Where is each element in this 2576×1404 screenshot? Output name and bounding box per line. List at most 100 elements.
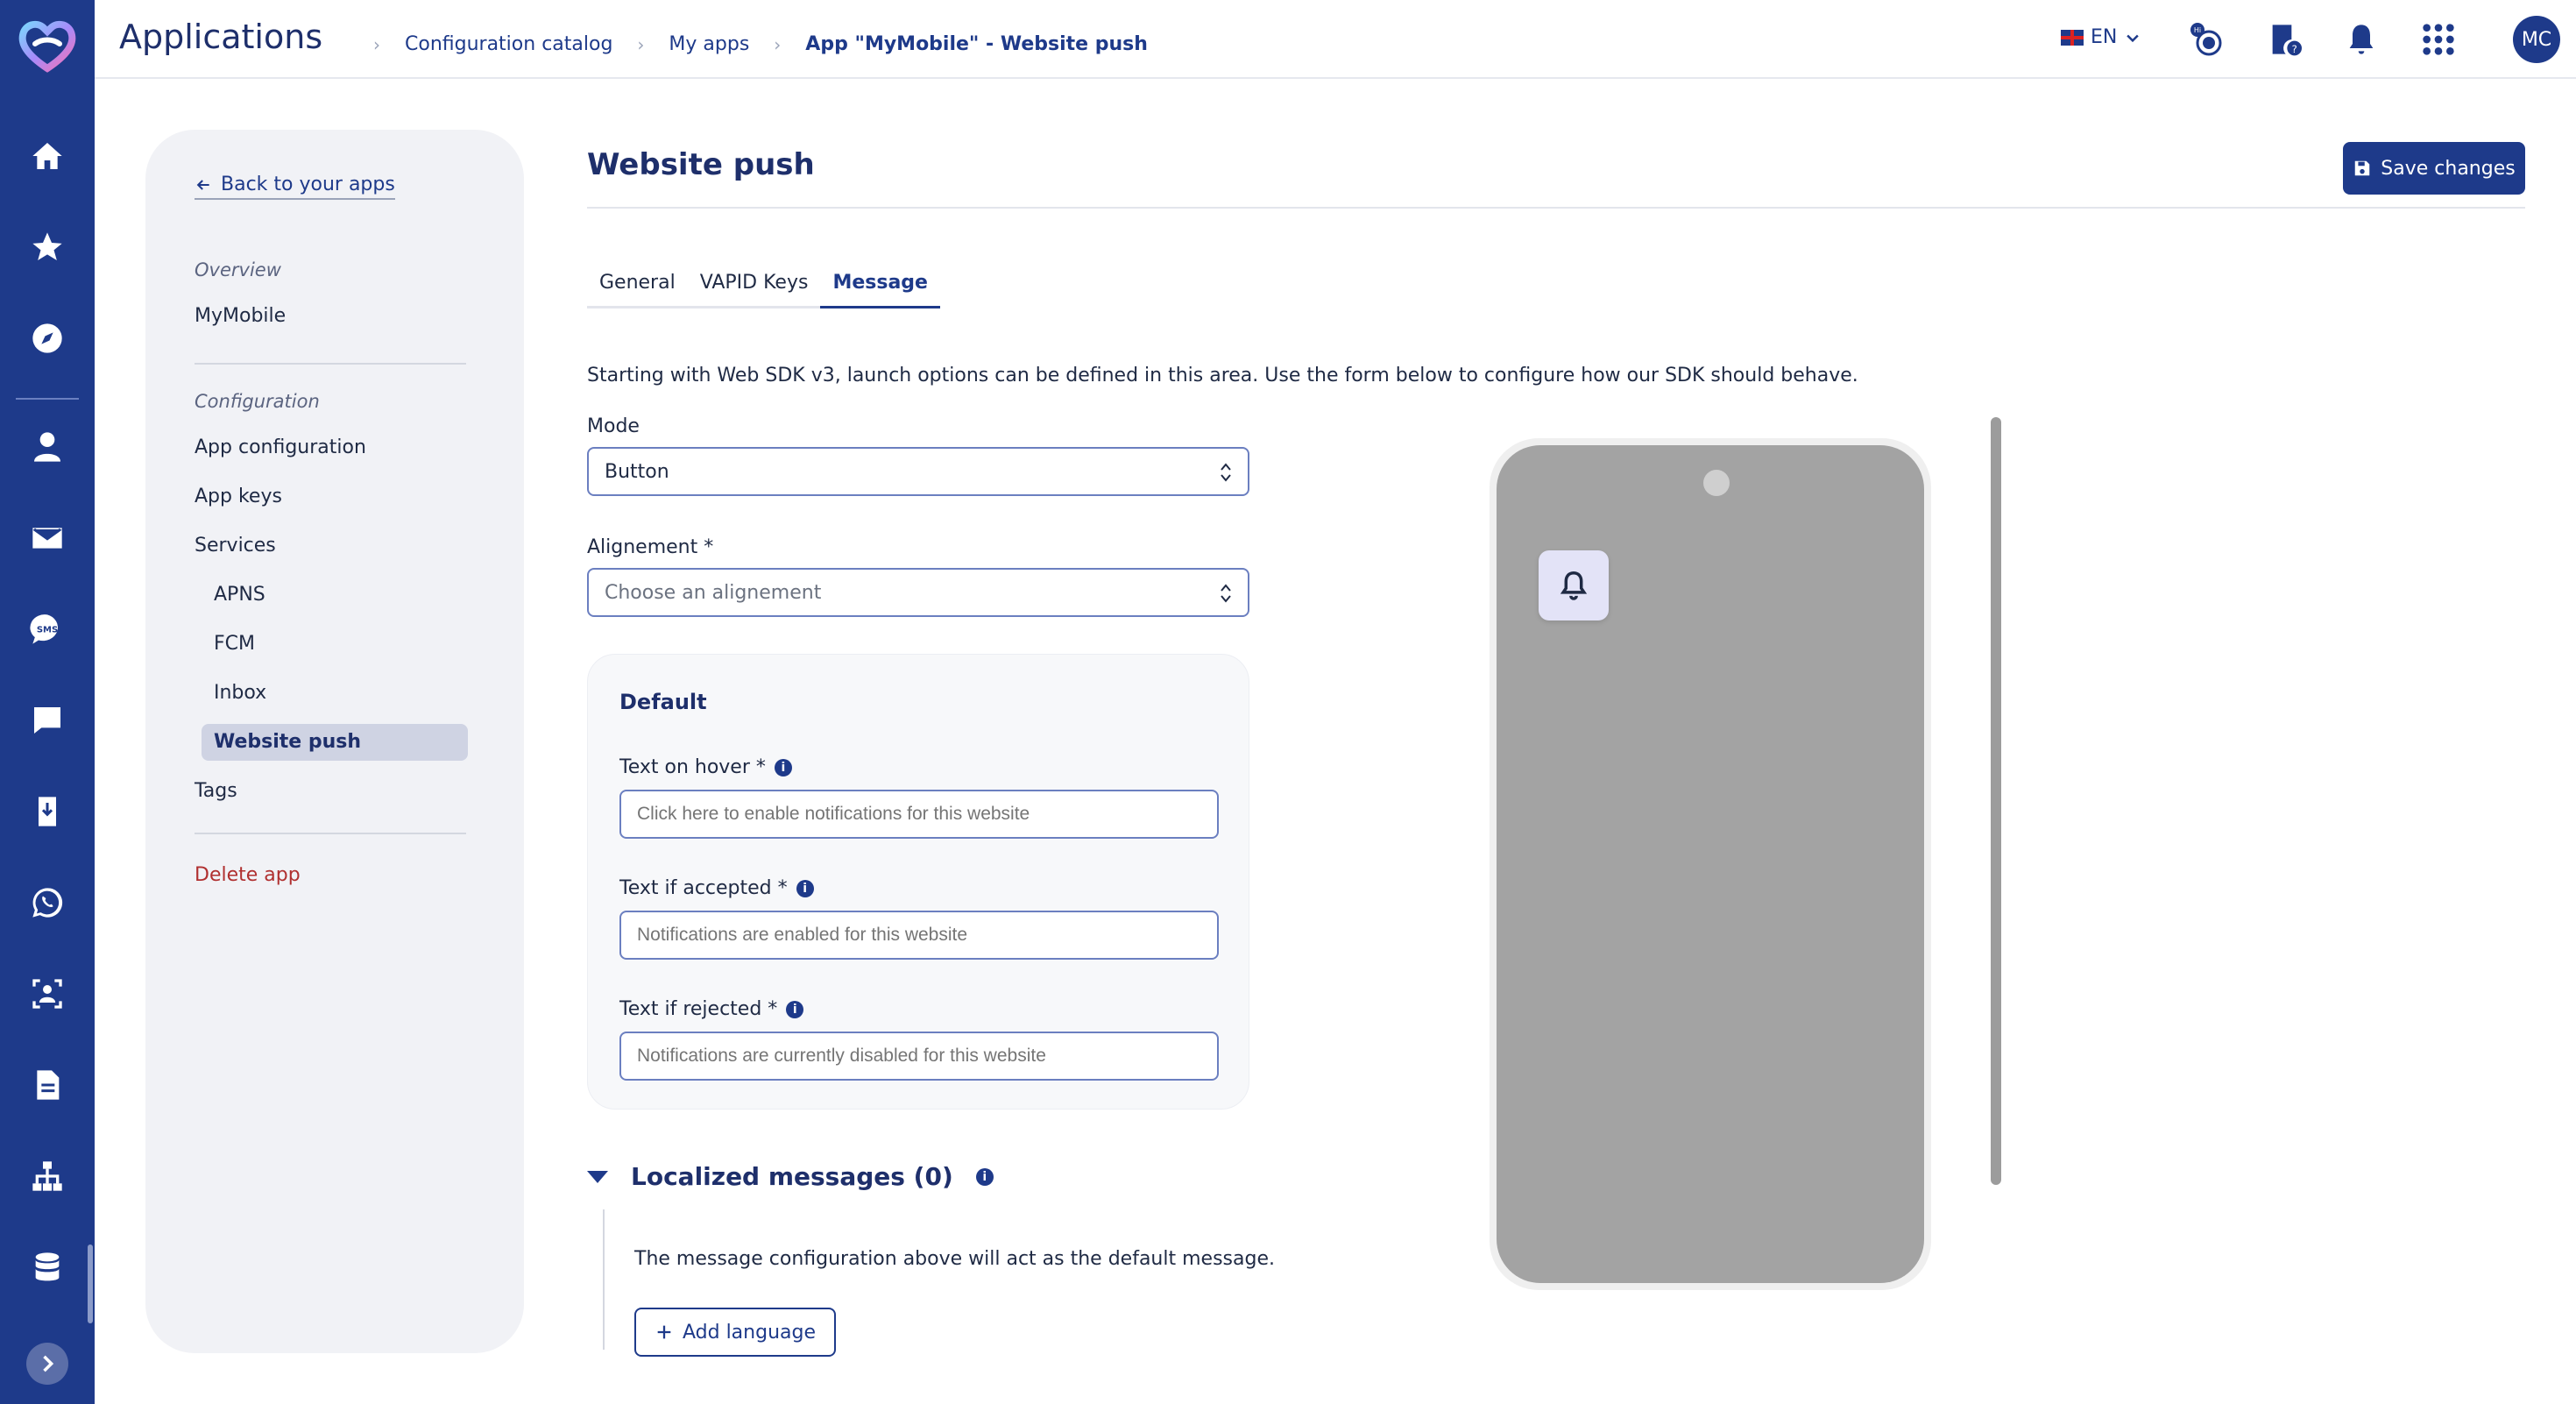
delete-app-link[interactable]: Delete app xyxy=(195,864,301,886)
breadcrumb-separator-icon: › xyxy=(637,33,645,55)
breadcrumb-separator-icon: › xyxy=(774,33,782,55)
database-icon[interactable] xyxy=(21,1241,74,1294)
svg-text:?: ? xyxy=(2292,43,2297,55)
caret-down-icon xyxy=(587,1170,608,1183)
breadcrumb-configuration-catalog[interactable]: Configuration catalog xyxy=(405,33,612,55)
phone-preview xyxy=(1490,438,1931,1290)
info-icon[interactable]: i xyxy=(774,758,792,776)
page-title: Website push xyxy=(587,147,815,182)
sidebar-item-services[interactable]: Services xyxy=(195,535,276,557)
tab-general[interactable]: General xyxy=(587,263,688,308)
save-disk-icon xyxy=(2355,160,2370,176)
sms-icon[interactable]: SMS xyxy=(21,603,74,656)
tab-vapid-keys[interactable]: VAPID Keys xyxy=(687,263,821,308)
configuration-section-label: Configuration xyxy=(195,391,320,412)
title-divider xyxy=(587,207,2525,209)
sidebar-item-app-keys[interactable]: App keys xyxy=(195,486,282,507)
chat-icon[interactable] xyxy=(21,694,74,747)
localized-messages-description: The message configuration above will act… xyxy=(634,1248,1275,1270)
home-icon[interactable] xyxy=(21,130,74,182)
breadcrumb-my-apps[interactable]: My apps xyxy=(669,33,749,55)
mobile-push-icon[interactable] xyxy=(21,785,74,838)
save-changes-button[interactable]: Save changes xyxy=(2343,142,2525,195)
info-icon[interactable]: i xyxy=(786,1000,804,1018)
assistant-button[interactable]: Hi xyxy=(2187,19,2227,60)
mode-label: Mode xyxy=(587,415,640,437)
mail-icon[interactable] xyxy=(21,512,74,564)
user-avatar[interactable]: MC xyxy=(2513,16,2560,63)
nav-divider xyxy=(195,363,466,365)
phone-screen xyxy=(1497,445,1924,1283)
document-icon[interactable] xyxy=(21,1059,74,1111)
hi-badge: Hi xyxy=(2194,26,2201,34)
svg-text:SMS: SMS xyxy=(37,625,58,635)
sidebar-item-app-configuration[interactable]: App configuration xyxy=(195,436,366,458)
language-selector[interactable]: EN xyxy=(2061,26,2141,48)
mode-value: Button xyxy=(605,460,669,483)
overview-section-label: Overview xyxy=(195,259,281,280)
app-subnav: Back to your apps Overview MyMobile Conf… xyxy=(145,130,524,1353)
sidebar-item-tags[interactable]: Tags xyxy=(195,780,237,802)
sitemap-icon[interactable] xyxy=(21,1150,74,1202)
default-card-title: Default xyxy=(619,690,707,714)
back-to-apps-link[interactable]: Back to your apps xyxy=(195,174,395,200)
rejected-text-label: Text if rejected * xyxy=(619,998,778,1020)
save-changes-label: Save changes xyxy=(2381,157,2516,180)
top-bar: Applications › Configuration catalog › M… xyxy=(95,0,2576,79)
rejected-text-input[interactable] xyxy=(619,1032,1219,1081)
compass-icon[interactable] xyxy=(21,312,74,365)
breadcrumb: › Configuration catalog › My apps › App … xyxy=(349,33,1148,55)
whatsapp-icon[interactable] xyxy=(21,876,74,929)
bell-outline-icon xyxy=(1560,571,1588,600)
star-icon[interactable] xyxy=(21,221,74,273)
rail-divider xyxy=(16,398,79,400)
brand-logo-icon[interactable] xyxy=(16,14,79,77)
chevron-right-icon xyxy=(43,1355,54,1372)
user-icon[interactable] xyxy=(21,421,74,473)
info-icon[interactable]: i xyxy=(975,1167,994,1186)
sidebar-item-fcm[interactable]: FCM xyxy=(214,633,255,655)
grid-icon xyxy=(2423,24,2454,55)
sidebar-item-inbox[interactable]: Inbox xyxy=(214,682,266,704)
accepted-text-input[interactable] xyxy=(619,911,1219,960)
back-to-apps-label: Back to your apps xyxy=(221,174,395,195)
localized-messages-title: Localized messages (0) xyxy=(631,1162,953,1191)
localized-messages-toggle[interactable]: Localized messages (0) i xyxy=(587,1162,994,1191)
help-center-button[interactable]: ? xyxy=(2264,19,2304,60)
notifications-button[interactable] xyxy=(2341,19,2381,60)
hover-text-input[interactable] xyxy=(619,790,1219,839)
mode-select[interactable]: Button xyxy=(587,447,1249,496)
apps-grid-button[interactable] xyxy=(2418,19,2459,60)
preview-scrollbar[interactable] xyxy=(1991,417,2001,1185)
sidebar-item-overview-app[interactable]: MyMobile xyxy=(195,305,286,327)
breadcrumb-separator-icon: › xyxy=(373,33,380,55)
expand-rail-button[interactable] xyxy=(26,1343,68,1385)
help-document-icon: ? xyxy=(2272,25,2302,56)
updown-chevron-icon xyxy=(1221,463,1231,482)
alignment-label: Alignement * xyxy=(587,536,714,558)
arrow-left-icon xyxy=(196,179,209,190)
default-message-card: Default Text on hover * i Text if accept… xyxy=(587,654,1249,1110)
hover-text-label: Text on hover * xyxy=(619,756,766,778)
app-title: Applications xyxy=(119,18,323,56)
localized-section-line xyxy=(603,1209,605,1350)
phone-camera xyxy=(1703,470,1730,496)
bell-icon xyxy=(2349,25,2374,54)
add-language-button[interactable]: Add language xyxy=(634,1308,836,1357)
language-code: EN xyxy=(2091,26,2118,48)
plus-icon xyxy=(657,1325,671,1339)
chevron-down-icon xyxy=(2127,34,2140,42)
rejected-text-label-row: Text if rejected * i xyxy=(619,998,804,1020)
preview-notification-button[interactable] xyxy=(1539,550,1609,620)
accepted-text-label: Text if accepted * xyxy=(619,877,788,899)
alignment-select[interactable]: Choose an alignement xyxy=(587,568,1249,617)
info-icon[interactable]: i xyxy=(796,879,814,897)
audience-icon[interactable] xyxy=(21,968,74,1020)
main-rail: SMS xyxy=(0,0,95,1404)
sidebar-item-website-push[interactable]: Website push xyxy=(214,731,361,753)
assistant-hi-icon: Hi xyxy=(2190,23,2222,56)
tab-message[interactable]: Message xyxy=(820,263,940,308)
rail-scrollbar[interactable] xyxy=(88,1244,93,1323)
tab-bar: General VAPID Keys Message xyxy=(587,263,940,308)
sidebar-item-apns[interactable]: APNS xyxy=(214,584,265,606)
